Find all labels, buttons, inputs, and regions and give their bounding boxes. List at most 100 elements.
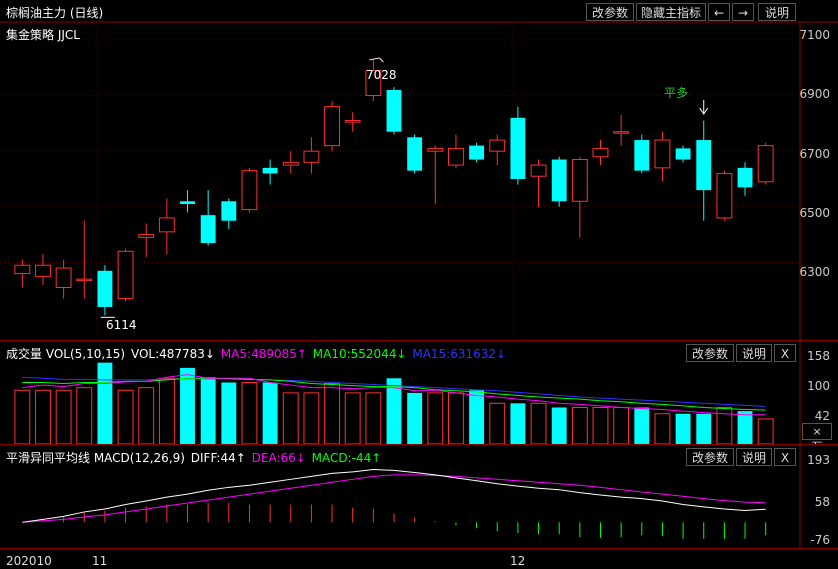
macd-close-button[interactable]: X xyxy=(774,448,796,466)
date-dec-label: 12 xyxy=(510,554,526,568)
macd-tick-58: 58 xyxy=(814,495,830,509)
volume-bar-up xyxy=(757,418,774,445)
volume-bar-up xyxy=(324,382,340,445)
volume-legend: 成交量 VOL(5,10,15) VOL:487783↓ MA5:489085↑… xyxy=(6,345,508,362)
macd-tick-neg76: -76 xyxy=(810,533,830,547)
y-tick-6300: 6300 xyxy=(799,265,830,279)
volume-bar-up xyxy=(613,406,630,445)
volume-bar-up xyxy=(716,406,733,445)
candle-body-up xyxy=(592,147,609,158)
y-tick-6500: 6500 xyxy=(799,206,830,220)
low-price-label: 6114 xyxy=(106,318,137,332)
signal-label: 平多 xyxy=(664,86,689,100)
volume-bar-up xyxy=(489,402,506,445)
volume-bar-up xyxy=(448,392,464,445)
candle-body-up xyxy=(654,139,671,169)
candle-body-up xyxy=(35,264,51,277)
volume-bar-up xyxy=(158,377,175,445)
high-marker-tick xyxy=(378,57,384,63)
volume-bar-down xyxy=(221,382,237,445)
macd-pane[interactable]: 平滑异同平均线 MACD(12,26,9) DIFF:44↑ DEA:66↓ M… xyxy=(0,444,838,549)
candle-body-up xyxy=(303,150,320,163)
candle-body-down xyxy=(97,270,113,307)
date-axis: 202010 11 12 xyxy=(0,548,838,569)
volume-bar-up xyxy=(344,392,361,445)
next-arrow-button[interactable]: → xyxy=(732,3,754,21)
candle-body-down xyxy=(696,140,712,191)
high-marker-line xyxy=(369,57,380,61)
candle-body-up xyxy=(344,120,361,123)
candle-body-up xyxy=(530,164,547,177)
help-button[interactable]: 说明 xyxy=(758,3,796,21)
candle-body-down xyxy=(737,167,753,188)
volume-bar-up xyxy=(571,406,588,445)
volume-bar-up xyxy=(35,389,51,445)
volume-close-button[interactable]: X xyxy=(774,344,796,362)
candle-body-up xyxy=(427,147,444,152)
prev-arrow-button[interactable]: ← xyxy=(708,3,730,21)
candle-body-up xyxy=(76,278,93,282)
volume-bar-down xyxy=(407,392,423,445)
volume-title: 成交量 VOL(5,10,15) xyxy=(6,347,126,361)
volume-bar-down xyxy=(97,362,113,445)
candle-body-up xyxy=(716,172,733,219)
ma15-value: MA15:631632↓ xyxy=(412,347,507,361)
change-params-button[interactable]: 改参数 xyxy=(586,3,634,21)
volume-bar-up xyxy=(530,402,547,445)
candle-body-up xyxy=(448,147,464,166)
candlestick-chart[interactable] xyxy=(0,0,838,340)
chart-title: 棕榈油主力 (日线) xyxy=(6,6,104,20)
volume-bar-down xyxy=(634,407,650,445)
volume-bar-down xyxy=(469,390,485,445)
candle-body-up xyxy=(138,234,155,238)
candle-body-down xyxy=(675,148,691,160)
candle-body-up xyxy=(324,106,340,147)
candle-body-up xyxy=(55,267,72,288)
vol-value: VOL:487783↓ xyxy=(130,347,215,361)
candle-body-up xyxy=(117,250,134,300)
candle-body-up xyxy=(158,217,175,233)
volume-bar-up xyxy=(14,389,31,445)
y-tick-7100: 7100 xyxy=(799,28,830,42)
candle-body-up xyxy=(757,145,774,183)
volume-bar-up xyxy=(654,413,671,445)
vol-tick-42: 42 xyxy=(814,409,830,423)
candle-body-down xyxy=(221,201,237,221)
volume-bar-up xyxy=(427,392,444,445)
candle-body-down xyxy=(386,89,402,132)
macd-help-button[interactable]: 说明 xyxy=(736,448,772,466)
volume-bar-down xyxy=(510,403,526,445)
candle-body-up xyxy=(241,170,258,211)
volume-pane[interactable]: 成交量 VOL(5,10,15) VOL:487783↓ MA5:489085↑… xyxy=(0,340,838,453)
macd-change-params-button[interactable]: 改参数 xyxy=(686,448,734,466)
volume-bar-up xyxy=(592,406,609,445)
candle-body-down xyxy=(551,159,567,202)
macd-tick-193: 193 xyxy=(807,453,830,467)
volume-bar-down xyxy=(551,407,567,445)
volume-bar-up xyxy=(117,389,134,445)
hide-main-indicator-button[interactable]: 隐藏主指标 xyxy=(636,3,706,21)
vol-tick-100: 100 xyxy=(807,379,830,393)
volume-bar-up xyxy=(241,381,258,445)
volume-change-params-button[interactable]: 改参数 xyxy=(686,344,734,362)
volume-help-button[interactable]: 说明 xyxy=(736,344,772,362)
macd-value: MACD:-44↑ xyxy=(311,451,382,465)
candle-body-down xyxy=(180,201,195,205)
candle-body-up xyxy=(489,139,506,152)
y-tick-6700: 6700 xyxy=(799,147,830,161)
volume-unit-label: ×万 xyxy=(802,423,832,453)
y-tick-6900: 6900 xyxy=(799,87,830,101)
ma5-value: MA5:489085↑ xyxy=(220,347,307,361)
volume-bar-down xyxy=(262,382,278,445)
candle-body-up xyxy=(14,264,31,275)
high-price-label: 7028 xyxy=(366,68,397,82)
dea-value: DEA:66↓ xyxy=(251,451,306,465)
diff-value: DIFF:44↑ xyxy=(190,451,246,465)
volume-bar-up xyxy=(365,392,382,445)
candle-body-down xyxy=(469,145,485,160)
candle-body-up xyxy=(282,161,299,166)
strategy-label: 集金策略 JJCL xyxy=(6,28,80,42)
main-chart-pane[interactable]: 棕榈油主力 (日线) 集金策略 JJCL 改参数 隐藏主指标 ← → 说明 71… xyxy=(0,0,838,340)
date-start-label: 202010 xyxy=(6,554,52,568)
volume-bar-up xyxy=(303,392,320,445)
